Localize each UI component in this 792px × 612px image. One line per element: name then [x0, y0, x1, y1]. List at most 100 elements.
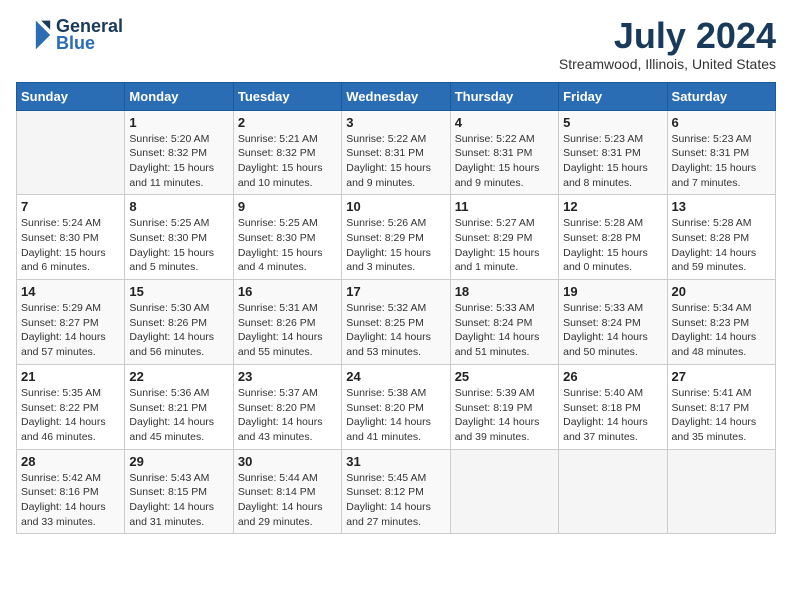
day-number: 30 [238, 454, 337, 469]
day-number: 25 [455, 369, 554, 384]
day-number: 21 [21, 369, 120, 384]
calendar-cell: 25 Sunrise: 5:39 AMSunset: 8:19 PMDayligh… [450, 364, 558, 449]
day-info: Sunrise: 5:30 AMSunset: 8:26 PMDaylight:… [129, 301, 228, 360]
calendar-cell: 7Sunrise: 5:24 AMSunset: 8:30 PMDaylight… [17, 195, 125, 280]
day-number: 15 [129, 284, 228, 299]
weekday-header: Monday [125, 82, 233, 110]
calendar-cell: 30 Sunrise: 5:44 AMSunset: 8:14 PMDayligh… [233, 449, 341, 534]
day-info: Sunrise: 5:28 AMSunset: 8:28 PMDaylight:… [672, 216, 771, 275]
calendar-cell: 28 Sunrise: 5:42 AMSunset: 8:16 PMDayligh… [17, 449, 125, 534]
day-number: 14 [21, 284, 120, 299]
calendar-cell: 15 Sunrise: 5:30 AMSunset: 8:26 PMDayligh… [125, 280, 233, 365]
day-number: 22 [129, 369, 228, 384]
day-info: Sunrise: 5:45 AMSunset: 8:12 PMDaylight:… [346, 471, 445, 530]
day-info: Sunrise: 5:32 AMSunset: 8:25 PMDaylight:… [346, 301, 445, 360]
page-header: General Blue July 2024 Streamwood, Illin… [16, 16, 776, 72]
day-number: 29 [129, 454, 228, 469]
calendar-cell: 11Sunrise: 5:27 AMSunset: 8:29 PMDayligh… [450, 195, 558, 280]
day-info: Sunrise: 5:37 AMSunset: 8:20 PMDaylight:… [238, 386, 337, 445]
day-number: 23 [238, 369, 337, 384]
day-info: Sunrise: 5:21 AMSunset: 8:32 PMDaylight:… [238, 132, 337, 191]
day-info: Sunrise: 5:28 AMSunset: 8:28 PMDaylight:… [563, 216, 662, 275]
day-info: Sunrise: 5:23 AMSunset: 8:31 PMDaylight:… [672, 132, 771, 191]
day-number: 12 [563, 199, 662, 214]
logo-icon [16, 17, 52, 53]
calendar-cell: 4 Sunrise: 5:22 AMSunset: 8:31 PMDaylight… [450, 110, 558, 195]
day-number: 7 [21, 199, 120, 214]
calendar-cell: 29 Sunrise: 5:43 AMSunset: 8:15 PMDayligh… [125, 449, 233, 534]
title-block: July 2024 Streamwood, Illinois, United S… [559, 16, 776, 72]
calendar-cell: 26 Sunrise: 5:40 AMSunset: 8:18 PMDayligh… [559, 364, 667, 449]
calendar-cell: 3 Sunrise: 5:22 AMSunset: 8:31 PMDaylight… [342, 110, 450, 195]
calendar-table: SundayMondayTuesdayWednesdayThursdayFrid… [16, 82, 776, 535]
calendar-cell: 1 Sunrise: 5:20 AMSunset: 8:32 PMDaylight… [125, 110, 233, 195]
day-info: Sunrise: 5:40 AMSunset: 8:18 PMDaylight:… [563, 386, 662, 445]
month-year: July 2024 [559, 16, 776, 56]
day-number: 4 [455, 115, 554, 130]
day-number: 19 [563, 284, 662, 299]
calendar-cell: 8Sunrise: 5:25 AMSunset: 8:30 PMDaylight… [125, 195, 233, 280]
calendar-cell: 21Sunrise: 5:35 AMSunset: 8:22 PMDayligh… [17, 364, 125, 449]
day-info: Sunrise: 5:36 AMSunset: 8:21 PMDaylight:… [129, 386, 228, 445]
day-info: Sunrise: 5:38 AMSunset: 8:20 PMDaylight:… [346, 386, 445, 445]
weekday-header: Tuesday [233, 82, 341, 110]
calendar-cell: 22 Sunrise: 5:36 AMSunset: 8:21 PMDayligh… [125, 364, 233, 449]
day-number: 18 [455, 284, 554, 299]
day-info: Sunrise: 5:39 AMSunset: 8:19 PMDaylight:… [455, 386, 554, 445]
logo: General Blue [16, 16, 123, 54]
day-number: 20 [672, 284, 771, 299]
calendar-cell: 17 Sunrise: 5:32 AMSunset: 8:25 PMDayligh… [342, 280, 450, 365]
calendar-cell: 5Sunrise: 5:23 AMSunset: 8:31 PMDaylight… [559, 110, 667, 195]
day-number: 6 [672, 115, 771, 130]
day-number: 31 [346, 454, 445, 469]
weekday-header: Friday [559, 82, 667, 110]
day-number: 1 [129, 115, 228, 130]
day-info: Sunrise: 5:26 AMSunset: 8:29 PMDaylight:… [346, 216, 445, 275]
calendar-cell: 14 Sunrise: 5:29 AMSunset: 8:27 PMDayligh… [17, 280, 125, 365]
calendar-cell [559, 449, 667, 534]
calendar-week-row: 14 Sunrise: 5:29 AMSunset: 8:27 PMDayligh… [17, 280, 776, 365]
weekday-header: Wednesday [342, 82, 450, 110]
day-number: 11 [455, 199, 554, 214]
day-number: 8 [129, 199, 228, 214]
day-info: Sunrise: 5:41 AMSunset: 8:17 PMDaylight:… [672, 386, 771, 445]
calendar-week-row: 28 Sunrise: 5:42 AMSunset: 8:16 PMDayligh… [17, 449, 776, 534]
day-number: 17 [346, 284, 445, 299]
day-info: Sunrise: 5:33 AMSunset: 8:24 PMDaylight:… [563, 301, 662, 360]
day-number: 2 [238, 115, 337, 130]
calendar-cell: 16Sunrise: 5:31 AMSunset: 8:26 PMDayligh… [233, 280, 341, 365]
calendar-cell: 20Sunrise: 5:34 AMSunset: 8:23 PMDayligh… [667, 280, 775, 365]
day-number: 3 [346, 115, 445, 130]
calendar-cell: 31 Sunrise: 5:45 AMSunset: 8:12 PMDayligh… [342, 449, 450, 534]
calendar-week-row: 1 Sunrise: 5:20 AMSunset: 8:32 PMDaylight… [17, 110, 776, 195]
day-number: 26 [563, 369, 662, 384]
calendar-cell: 2 Sunrise: 5:21 AMSunset: 8:32 PMDaylight… [233, 110, 341, 195]
weekday-header: Sunday [17, 82, 125, 110]
day-number: 24 [346, 369, 445, 384]
day-number: 5 [563, 115, 662, 130]
day-number: 27 [672, 369, 771, 384]
calendar-cell: 18 Sunrise: 5:33 AMSunset: 8:24 PMDayligh… [450, 280, 558, 365]
calendar-cell: 6 Sunrise: 5:23 AMSunset: 8:31 PMDaylight… [667, 110, 775, 195]
day-info: Sunrise: 5:20 AMSunset: 8:32 PMDaylight:… [129, 132, 228, 191]
day-info: Sunrise: 5:25 AMSunset: 8:30 PMDaylight:… [238, 216, 337, 275]
calendar-week-row: 7Sunrise: 5:24 AMSunset: 8:30 PMDaylight… [17, 195, 776, 280]
day-info: Sunrise: 5:29 AMSunset: 8:27 PMDaylight:… [21, 301, 120, 360]
weekday-header: Saturday [667, 82, 775, 110]
logo-text: General Blue [56, 16, 123, 54]
day-number: 13 [672, 199, 771, 214]
day-info: Sunrise: 5:22 AMSunset: 8:31 PMDaylight:… [346, 132, 445, 191]
day-info: Sunrise: 5:42 AMSunset: 8:16 PMDaylight:… [21, 471, 120, 530]
day-number: 28 [21, 454, 120, 469]
day-number: 10 [346, 199, 445, 214]
day-info: Sunrise: 5:33 AMSunset: 8:24 PMDaylight:… [455, 301, 554, 360]
calendar-cell: 13 Sunrise: 5:28 AMSunset: 8:28 PMDayligh… [667, 195, 775, 280]
calendar-week-row: 21Sunrise: 5:35 AMSunset: 8:22 PMDayligh… [17, 364, 776, 449]
calendar-cell: 9Sunrise: 5:25 AMSunset: 8:30 PMDaylight… [233, 195, 341, 280]
weekday-header-row: SundayMondayTuesdayWednesdayThursdayFrid… [17, 82, 776, 110]
day-info: Sunrise: 5:22 AMSunset: 8:31 PMDaylight:… [455, 132, 554, 191]
day-info: Sunrise: 5:44 AMSunset: 8:14 PMDaylight:… [238, 471, 337, 530]
calendar-cell: 27 Sunrise: 5:41 AMSunset: 8:17 PMDayligh… [667, 364, 775, 449]
calendar-cell: 12 Sunrise: 5:28 AMSunset: 8:28 PMDayligh… [559, 195, 667, 280]
day-info: Sunrise: 5:43 AMSunset: 8:15 PMDaylight:… [129, 471, 228, 530]
